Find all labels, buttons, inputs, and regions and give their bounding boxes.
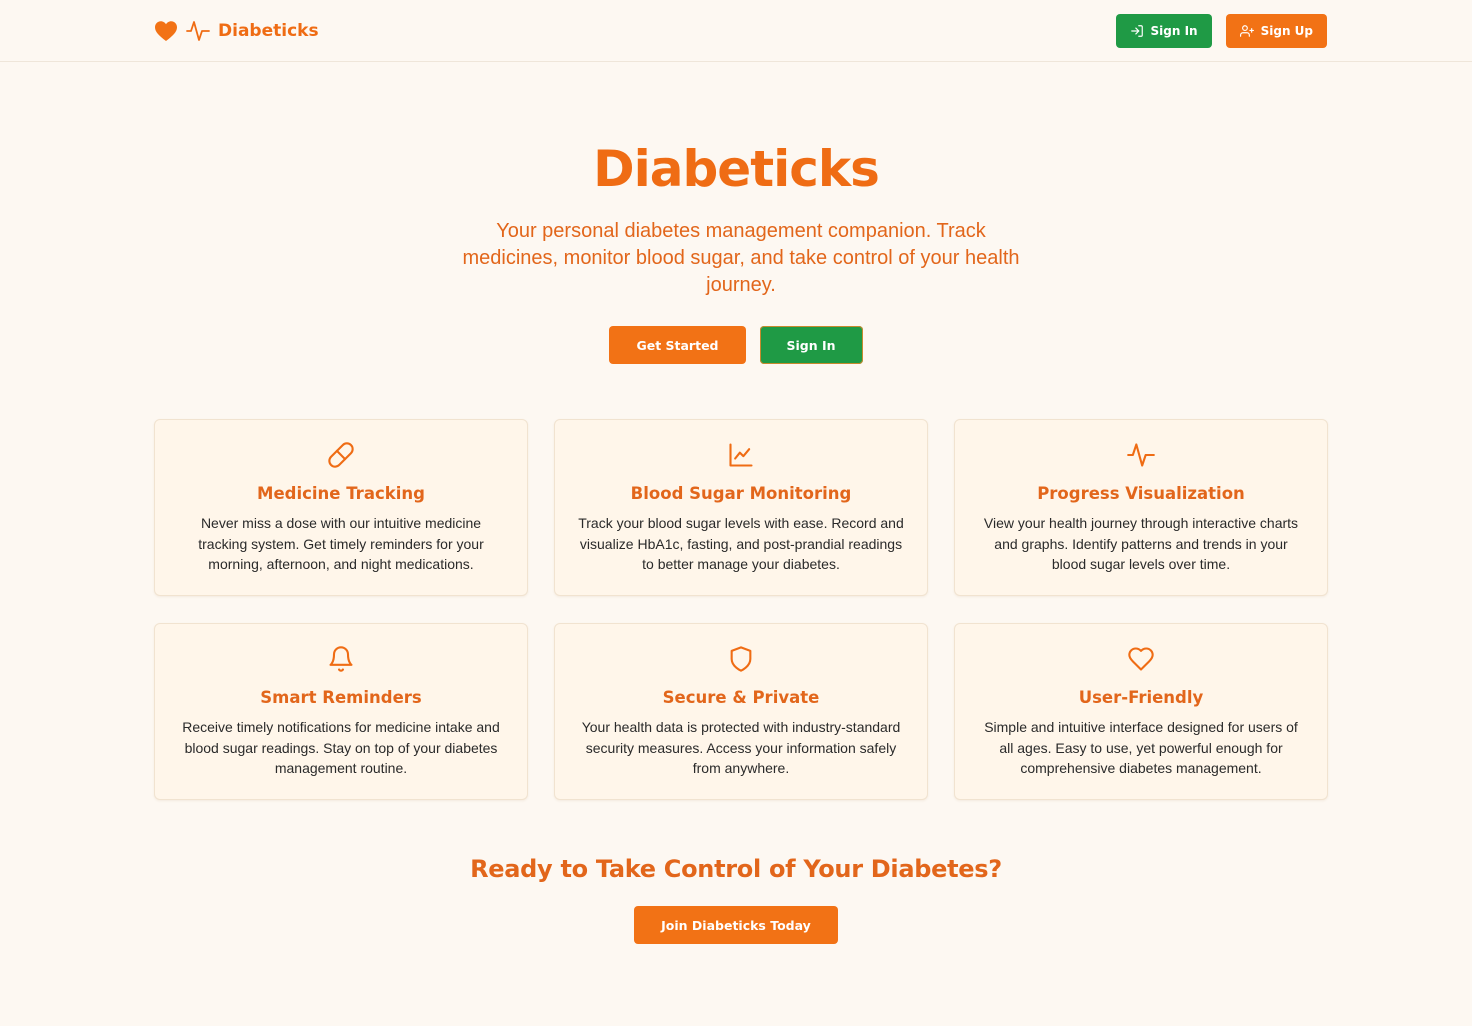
feature-title: Medicine Tracking	[257, 484, 425, 503]
hero-title: Diabeticks	[593, 140, 880, 198]
top-navbar: Diabeticks Sign In Sign Up	[0, 0, 1472, 62]
nav-sign-in-label: Sign In	[1150, 24, 1198, 38]
brand-name: Diabeticks	[218, 21, 319, 41]
bell-icon	[329, 646, 353, 672]
nav-sign-up-label: Sign Up	[1260, 24, 1313, 38]
feature-title: Progress Visualization	[1037, 484, 1245, 503]
feature-card-user-friendly: User-Friendly Simple and intuitive inter…	[954, 623, 1328, 800]
get-started-button[interactable]: Get Started	[609, 326, 746, 364]
brand-logo-link[interactable]: Diabeticks	[154, 17, 319, 45]
pill-icon	[328, 442, 354, 468]
feature-description: Your health data is protected with indus…	[581, 719, 901, 776]
heart-outline-icon	[1128, 647, 1154, 671]
activity-icon	[186, 21, 210, 41]
nav-sign-up-button[interactable]: Sign Up	[1225, 14, 1327, 48]
feature-card-progress-visualization: Progress Visualization View your health …	[954, 419, 1328, 596]
activity-icon	[1127, 443, 1155, 467]
heart-icon	[155, 21, 177, 41]
nav-actions: Sign In Sign Up	[1115, 14, 1327, 48]
hero-sign-in-button[interactable]: Sign In	[759, 326, 863, 364]
feature-card-smart-reminders: Smart Reminders Receive timely notificat…	[154, 623, 528, 800]
feature-card-blood-sugar-monitoring: Blood Sugar Monitoring Track your blood …	[554, 419, 928, 596]
feature-title: Secure & Private	[662, 688, 820, 707]
feature-description: Never miss a dose with our intuitive med…	[198, 515, 484, 572]
line-chart-icon	[729, 443, 753, 467]
feature-card-secure-private: Secure & Private Your health data is pro…	[554, 623, 928, 800]
feature-description: Track your blood sugar levels with ease.…	[578, 515, 904, 572]
cta-actions: Join Diabeticks Today	[0, 906, 1472, 944]
feature-description: Receive timely notifications for medicin…	[182, 719, 500, 776]
feature-title: Smart Reminders	[260, 688, 422, 707]
feature-title: Blood Sugar Monitoring	[630, 484, 852, 503]
nav-sign-in-button[interactable]: Sign In	[1115, 14, 1212, 48]
cta-title: Ready to Take Control of Your Diabetes?	[470, 855, 1002, 883]
feature-title: User-Friendly	[1078, 688, 1204, 707]
hero-subtitle: Your personal diabetes management compan…	[462, 220, 1020, 296]
hero-actions: Get Started Sign In	[0, 326, 1472, 364]
user-plus-icon	[1239, 25, 1254, 37]
feature-description: Simple and intuitive interface designed …	[984, 719, 1298, 776]
features-grid: Medicine Tracking Never miss a dose with…	[154, 419, 1328, 800]
shield-icon	[730, 646, 752, 672]
join-button[interactable]: Join Diabeticks Today	[634, 906, 838, 944]
feature-card-medicine-tracking: Medicine Tracking Never miss a dose with…	[154, 419, 528, 596]
feature-description: View your health journey through interac…	[983, 515, 1299, 572]
log-in-icon	[1130, 25, 1143, 37]
